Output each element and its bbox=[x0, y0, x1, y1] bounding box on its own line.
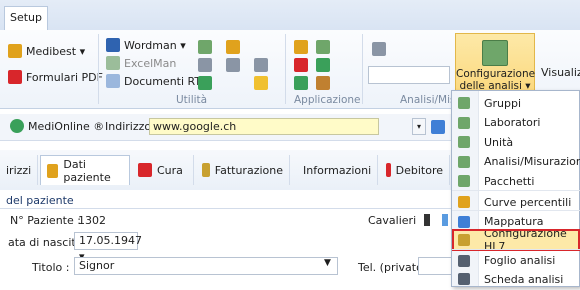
bacteria-icon[interactable] bbox=[294, 76, 308, 90]
tool-icon[interactable] bbox=[198, 40, 212, 54]
configurazione-label-line1: Configurazione bbox=[456, 68, 536, 80]
formulari-pdf-label: Formulari PDF bbox=[26, 70, 103, 84]
syringe-icon bbox=[138, 163, 152, 177]
wordman-label: Wordman ▾ bbox=[124, 38, 186, 52]
top-tab-bar bbox=[0, 0, 580, 31]
excelman-button[interactable]: ExcelMan bbox=[106, 56, 176, 70]
tab-informazioni[interactable]: Informazioni bbox=[292, 155, 378, 185]
chevron-down-icon[interactable]: ▾ bbox=[412, 118, 426, 135]
titolo-select[interactable]: Signor bbox=[74, 257, 338, 275]
url-input[interactable]: www.google.ch bbox=[149, 118, 379, 135]
syringe-icon[interactable] bbox=[226, 40, 240, 54]
paziente-value: 1302 bbox=[78, 214, 106, 227]
paziente-label: N° Paziente : bbox=[10, 214, 81, 227]
chevron-down-icon[interactable]: ▼ bbox=[324, 258, 331, 268]
menu-item-label: Unità bbox=[484, 135, 514, 149]
formulari-pdf-button[interactable]: Formulari PDF bbox=[8, 70, 103, 84]
tel-privato-input[interactable] bbox=[418, 257, 454, 275]
tab-setup[interactable]: Setup bbox=[4, 6, 48, 30]
document-icon bbox=[458, 175, 470, 188]
section-divider bbox=[0, 208, 451, 209]
menu-item-label: Foglio analisi bbox=[484, 254, 556, 268]
tab-fatturazione[interactable]: Fatturazione bbox=[196, 155, 290, 185]
tab-marker-icon[interactable] bbox=[442, 214, 448, 226]
tools-icon[interactable] bbox=[316, 76, 330, 90]
tab-debitore-label: Debitore bbox=[395, 163, 443, 177]
group-label-utilita: Utilità bbox=[176, 94, 208, 106]
globe-icon bbox=[10, 119, 24, 133]
nascita-date-picker[interactable]: 17.05.1947 ▾ bbox=[74, 232, 142, 263]
menu-item-label: Mappatura bbox=[484, 215, 544, 229]
patient-icon[interactable] bbox=[294, 40, 308, 54]
bacteria-icon[interactable] bbox=[316, 40, 330, 54]
documenti-rtf-label: Documenti RTF bbox=[124, 74, 208, 88]
document-icon bbox=[458, 97, 470, 109]
person-icon bbox=[458, 196, 470, 208]
binoculars-icon bbox=[458, 273, 470, 286]
close-icon[interactable] bbox=[294, 58, 308, 72]
pill-icon[interactable] bbox=[254, 58, 268, 72]
documenti-rtf-button[interactable]: Documenti RTF bbox=[106, 74, 207, 88]
wordman-button[interactable]: Wordman ▾ bbox=[106, 38, 186, 52]
wrench-icon[interactable] bbox=[372, 42, 386, 56]
money-icon bbox=[202, 163, 210, 177]
map-icon bbox=[458, 215, 470, 228]
tab-indirizzi[interactable]: irizzi bbox=[0, 155, 38, 185]
tab-dati-paziente-label: Dati paziente bbox=[63, 157, 111, 184]
excelman-label: ExcelMan bbox=[124, 56, 177, 70]
menu-item-label: Scheda analisi bbox=[484, 272, 564, 286]
menu-item-label: Gruppi bbox=[484, 96, 522, 110]
tab-cura-label: Cura bbox=[157, 163, 183, 177]
indirizzo-label: Indirizzo bbox=[105, 120, 152, 133]
visualizza-button[interactable]: Visualiz bbox=[541, 66, 580, 79]
tab-fatturazione-label: Fatturazione bbox=[214, 163, 283, 177]
binoculars-icon bbox=[458, 254, 470, 267]
tab-marker-icon[interactable] bbox=[424, 214, 430, 226]
pdf-icon bbox=[8, 70, 22, 84]
titolo-label: Titolo : bbox=[32, 261, 70, 274]
menu-item-label: Pacchetti bbox=[484, 174, 535, 188]
analisi-input[interactable] bbox=[368, 66, 450, 84]
cavalieri-label: Cavalieri bbox=[368, 214, 417, 227]
tab-debitore[interactable]: Debitore bbox=[380, 155, 450, 185]
tab-cura[interactable]: Cura bbox=[132, 155, 194, 185]
visualizza-label: Visualiz bbox=[541, 66, 580, 79]
tool-icon[interactable] bbox=[198, 58, 212, 72]
group-label-applicazione: Applicazione bbox=[294, 94, 361, 106]
syringe-icon bbox=[8, 44, 22, 58]
document-icon bbox=[458, 136, 470, 149]
syringe-icon bbox=[386, 163, 391, 177]
document-icon bbox=[482, 40, 508, 66]
ribbon-separator bbox=[98, 34, 99, 104]
word-icon bbox=[106, 38, 120, 52]
document-icon bbox=[458, 155, 470, 168]
ribbon-separator bbox=[285, 34, 286, 104]
menu-item-label: Curve percentili bbox=[484, 195, 572, 209]
menu-item-label: Laboratori bbox=[484, 116, 541, 130]
titolo-value: Signor bbox=[79, 259, 115, 272]
patient-icon bbox=[47, 163, 59, 178]
excel-icon bbox=[106, 56, 120, 70]
medibest-label: Medibest ▾ bbox=[26, 44, 86, 58]
medionline-button[interactable]: MediOnline ® bbox=[10, 119, 104, 133]
menu-item-label: Analisi/Misurazioni bbox=[484, 155, 580, 169]
section-title: del paziente bbox=[6, 194, 74, 207]
box-icon[interactable] bbox=[254, 76, 268, 90]
medibest-button[interactable]: Medibest ▾ bbox=[8, 44, 85, 58]
db-icon bbox=[458, 234, 470, 247]
group-label-analisi: Analisi/Mis bbox=[400, 94, 456, 106]
document-icon bbox=[458, 116, 470, 129]
bacteria-icon[interactable] bbox=[316, 58, 330, 72]
tab-informazioni-label: Informazioni bbox=[303, 163, 372, 177]
browser-icon[interactable] bbox=[431, 120, 445, 134]
tab-indirizzi-label: irizzi bbox=[6, 163, 32, 177]
rtf-document-icon bbox=[106, 74, 120, 88]
refresh-icon[interactable] bbox=[198, 76, 212, 90]
medionline-label: MediOnline ® bbox=[28, 119, 105, 133]
tab-dati-paziente[interactable]: Dati paziente bbox=[40, 155, 130, 185]
stethoscope-icon[interactable] bbox=[226, 58, 240, 72]
ribbon-separator bbox=[362, 34, 363, 104]
